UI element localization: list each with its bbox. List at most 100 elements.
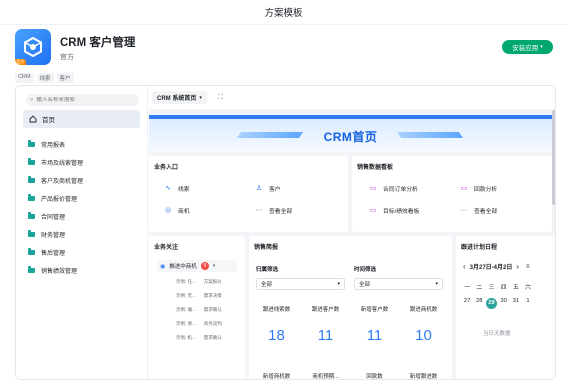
- entry-customers[interactable]: ♙ 客户: [255, 184, 281, 193]
- tag[interactable]: CRM: [15, 73, 34, 83]
- stat-label: 跟进商机数: [409, 307, 438, 313]
- opportunity-name: 示例: 珊...: [176, 307, 196, 312]
- list-item[interactable]: 示例: 任... 方案报价: [176, 279, 222, 285]
- stat-value: 11: [366, 327, 383, 344]
- weekday-label: 四: [500, 285, 507, 291]
- sidebar-nav: 常用报表 市场及线索管理 客户及商机管理 产品报价管理 合同管理 财务管理 售后…: [28, 135, 83, 279]
- chevron-right-icon[interactable]: ›: [516, 262, 519, 271]
- calendar-menu-icon[interactable]: ≡: [526, 264, 530, 270]
- list-item[interactable]: 示例: 无... 需求决策: [176, 293, 222, 299]
- sidebar-item-products[interactable]: 产品报价管理: [28, 189, 83, 207]
- sidebar-item-label: 财务管理: [41, 232, 66, 239]
- sidebar-item-label: 常用报表: [41, 142, 66, 149]
- folder-icon: [28, 230, 35, 237]
- entry-payment-analysis[interactable]: ▭ 回款分析: [460, 184, 498, 193]
- stat-value: 10: [415, 327, 432, 344]
- sidebar-item-finance[interactable]: 财务管理: [28, 225, 83, 243]
- folder-icon: [28, 212, 35, 219]
- active-opportunities-item[interactable]: ◉ 推进中商机 9 ▾: [157, 260, 237, 272]
- stat-opportunities[interactable]: 跟进商机数 10: [399, 305, 448, 344]
- calendar-range: ‹ 3月27日-4月2日 › ≡: [463, 262, 555, 271]
- official-badge: 官方: [15, 59, 26, 65]
- entry-view-all[interactable]: ⋯ 查看全部: [460, 206, 498, 215]
- sidebar-item-performance[interactable]: 销售绩效管理: [28, 261, 83, 279]
- calendar-day-today[interactable]: 29: [485, 298, 497, 309]
- calendar-day[interactable]: 30: [498, 298, 510, 309]
- entry-target-dashboard[interactable]: ▭ 目标/绩效看板: [369, 206, 420, 215]
- list-item[interactable]: 示例: 珊... 需求确认: [176, 307, 222, 313]
- stat-new-followups-label[interactable]: 新增跟进数: [399, 372, 448, 379]
- sidebar-item-label: 市场及线索管理: [41, 160, 84, 167]
- calendar-weekdays: 一 二 三 四 五 六: [461, 282, 534, 291]
- stat-value: 18: [268, 327, 285, 344]
- tag[interactable]: 客户: [56, 73, 74, 83]
- card-title: 业务入口: [154, 165, 179, 171]
- payment-chart-icon: ▭: [460, 185, 468, 192]
- sidebar-item-aftersales[interactable]: 售后管理: [28, 243, 83, 261]
- stat-new-opportunities-label[interactable]: 新增商机数: [252, 372, 301, 379]
- tag-list: CRM 线索 客户: [15, 73, 74, 83]
- entry-label: 商机: [178, 209, 190, 215]
- chevron-down-icon: ▾: [199, 94, 202, 101]
- entry-label: 客户: [269, 187, 281, 193]
- calendar-empty-state: 当日无数据: [483, 331, 511, 337]
- sidebar-item-marketing[interactable]: 市场及线索管理: [28, 153, 83, 171]
- page-selector[interactable]: CRM 系统首页 ▾: [152, 91, 207, 104]
- list-item[interactable]: 示例: 机... 需求确认: [176, 335, 222, 341]
- opportunity-stage: 需求决策: [203, 293, 222, 298]
- search-input[interactable]: [36, 97, 127, 103]
- sidebar-item-contracts[interactable]: 合同管理: [28, 207, 83, 225]
- weekday-label: 五: [512, 285, 519, 291]
- sidebar-item-customers[interactable]: 客户及商机管理: [28, 171, 83, 189]
- app-title: CRM 客户管理: [60, 37, 136, 49]
- tag[interactable]: 线索: [36, 73, 54, 83]
- calendar-day[interactable]: 1: [522, 298, 534, 309]
- owner-filter-select[interactable]: 全部 ▾: [256, 278, 345, 290]
- page-toolbar: CRM 系统首页 ▾ ⛶: [149, 86, 555, 109]
- sales-dashboard-card: 销售数据看板 ▭ 合同订单分析 ▭ 回款分析 ▭ 目标/绩效看板 ⋯ 查看全部: [352, 156, 552, 232]
- entry-view-all[interactable]: ⋯ 查看全部: [255, 206, 293, 215]
- stat-label: 跟进线索数: [262, 307, 291, 313]
- template-preview: ⌕ 首页 常用报表 市场及线索管理 客户及商机管理 产品报价管理 合同管理 财务…: [15, 85, 556, 380]
- entry-contract-analysis[interactable]: ▭ 合同订单分析: [369, 184, 418, 193]
- calendar-day[interactable]: 27: [461, 298, 473, 309]
- contract-chart-icon: ▭: [369, 185, 377, 192]
- today-marker: 29: [485, 298, 497, 309]
- entry-opportunities[interactable]: ◎ 商机: [164, 206, 190, 215]
- entry-label: 合同订单分析: [383, 187, 418, 193]
- list-item[interactable]: 示例: 谢... 商务谈判: [176, 321, 222, 327]
- stat-customers[interactable]: 跟进客户数 11: [301, 305, 350, 344]
- stat-payments-label[interactable]: 回款数: [350, 372, 399, 379]
- chevron-down-icon: ▾: [337, 281, 340, 287]
- opportunity-stage: 需求确认: [203, 307, 222, 312]
- opportunity-name: 示例: 谢...: [176, 321, 196, 326]
- app-header: 官方 CRM 客户管理 官方 安装应用 ▾ CRM 线索 客户: [0, 25, 567, 85]
- calendar-day[interactable]: 31: [510, 298, 522, 309]
- window-title: 方案模板: [0, 0, 567, 25]
- time-filter-select[interactable]: 全部 ▾: [354, 278, 443, 290]
- opportunity-stage: 需求确认: [203, 335, 222, 340]
- chevron-left-icon[interactable]: ‹: [463, 262, 466, 271]
- count-badge: 9: [200, 262, 209, 270]
- search-box[interactable]: ⌕: [26, 94, 139, 106]
- install-label: 安装应用: [512, 45, 539, 52]
- scrollbar[interactable]: [552, 110, 555, 205]
- folder-icon: [28, 158, 35, 165]
- opportunity-stage: 商务谈判: [203, 321, 222, 326]
- sidebar-item-reports[interactable]: 常用报表: [28, 135, 83, 153]
- sidebar-item-home[interactable]: 首页: [23, 110, 140, 128]
- opportunity-name: 示例: 无...: [176, 293, 196, 298]
- fullscreen-icon[interactable]: ⛶: [218, 94, 223, 102]
- chevron-down-icon: ▾: [435, 281, 438, 287]
- stat-leads[interactable]: 跟进线索数 18: [252, 305, 301, 344]
- customer-icon: ♙: [255, 185, 263, 192]
- install-app-button[interactable]: 安装应用 ▾: [502, 40, 553, 54]
- calendar-day[interactable]: 28: [473, 298, 485, 309]
- entry-leads[interactable]: ∿ 线索: [164, 184, 190, 193]
- sidebar-item-label: 售后管理: [41, 250, 66, 257]
- folder-icon: [28, 176, 35, 183]
- stat-expected-label[interactable]: 商机预期...: [301, 372, 350, 379]
- stat-new-customers[interactable]: 新增客户数 11: [350, 305, 399, 344]
- target-icon: ◉: [160, 263, 166, 270]
- entry-label: 目标/绩效看板: [383, 209, 420, 215]
